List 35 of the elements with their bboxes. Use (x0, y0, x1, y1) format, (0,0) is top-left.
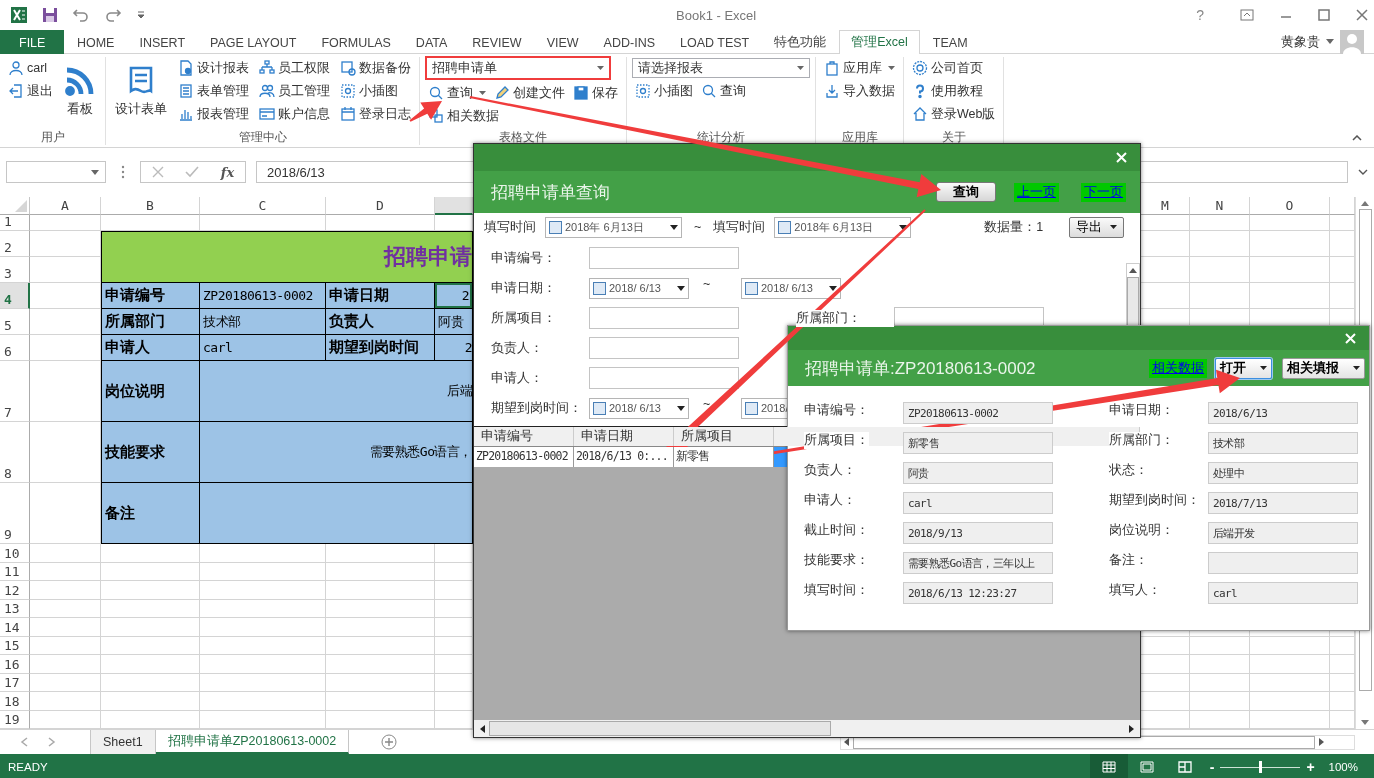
group-label: 关于 (940, 129, 967, 145)
form-label: 岗位说明 (101, 361, 200, 422)
form-label: 申请日期 (326, 283, 435, 309)
form-value: ZP20180613-0002 (200, 283, 326, 309)
form-value: 后端 (200, 361, 473, 422)
group-label: 管理中心 (237, 129, 288, 145)
form-value: 技术部 (200, 309, 326, 335)
form-value: carl (200, 335, 326, 361)
range-separator: ~ (702, 397, 712, 411)
window-title: Book1 - Excel (676, 7, 757, 23)
field-label: 所属项目： (804, 432, 869, 449)
group-label: 用户 (39, 129, 66, 145)
form-title: 招聘申请 (101, 231, 473, 283)
form-label: 负责人 (326, 309, 435, 335)
dialog-title: 招聘申请单:ZP20180613-0002 (805, 357, 1036, 380)
range-separator: ~ (702, 277, 712, 291)
record-count: 数据量：1 (984, 218, 1044, 236)
range-separator: ~ (694, 220, 702, 234)
form-value: 需要熟悉Go语言， (200, 422, 473, 483)
status-text: READY (8, 761, 48, 773)
form-value: 2 (435, 335, 473, 361)
group-label: 表格文件 (498, 129, 548, 145)
group-label: 应用库 (840, 129, 879, 145)
form-value: 2 (435, 283, 473, 309)
form-label: 申请编号 (101, 283, 200, 309)
form-label: 所属部门 (101, 309, 200, 335)
form-label: 申请人 (101, 335, 200, 361)
form-value: 阿贵 (435, 309, 473, 335)
dialog-title: 招聘申请单查询 (491, 181, 610, 204)
form-label: 技能要求 (101, 422, 200, 483)
form-label: 期望到岗时间 (326, 335, 435, 361)
field-label: 所属部门： (796, 309, 894, 327)
filter-label: 填写时间 (484, 218, 536, 236)
form-label: 备注 (101, 483, 200, 544)
filter-label: 填写时间 (713, 218, 766, 236)
